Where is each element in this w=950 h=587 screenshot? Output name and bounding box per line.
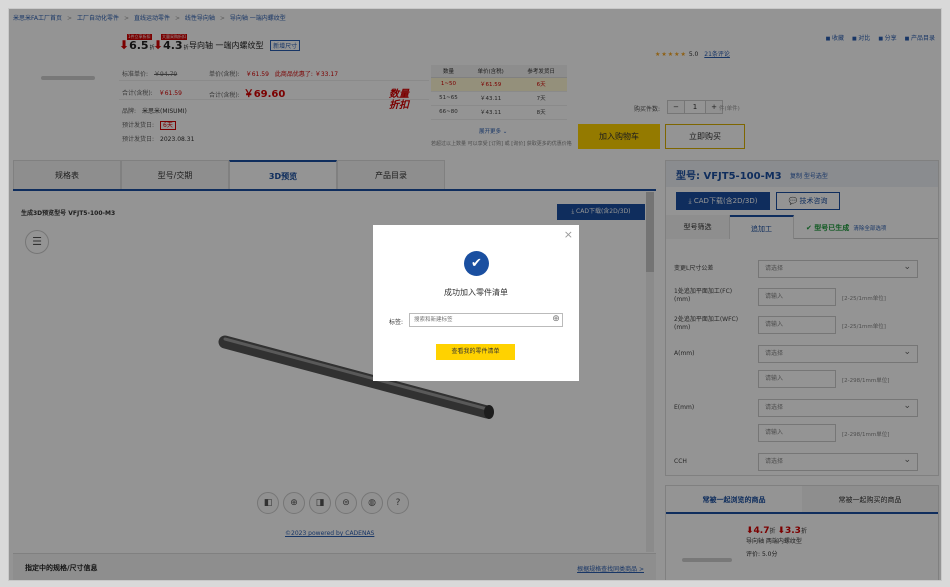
success-dialog: × ✔ 成功加入零件清单 标签: ⊕ 查看我的零件清单 [373,225,579,381]
add-tag-icon[interactable]: ⊕ [549,313,563,327]
close-icon[interactable]: × [564,228,573,241]
check-icon: ✔ [464,251,489,276]
browser-frame: 米思米FA工厂首页 > 工厂自动化零件 > 直线运动零件 > 线性导向轴 > 导向轴 一… [8,8,942,581]
tag-search-input[interactable] [409,313,563,327]
view-parts-list-button[interactable]: 查看我的零件清单 [436,344,515,360]
tag-label: 标签: [389,319,404,326]
success-message: 成功加入零件清单 [444,288,508,297]
